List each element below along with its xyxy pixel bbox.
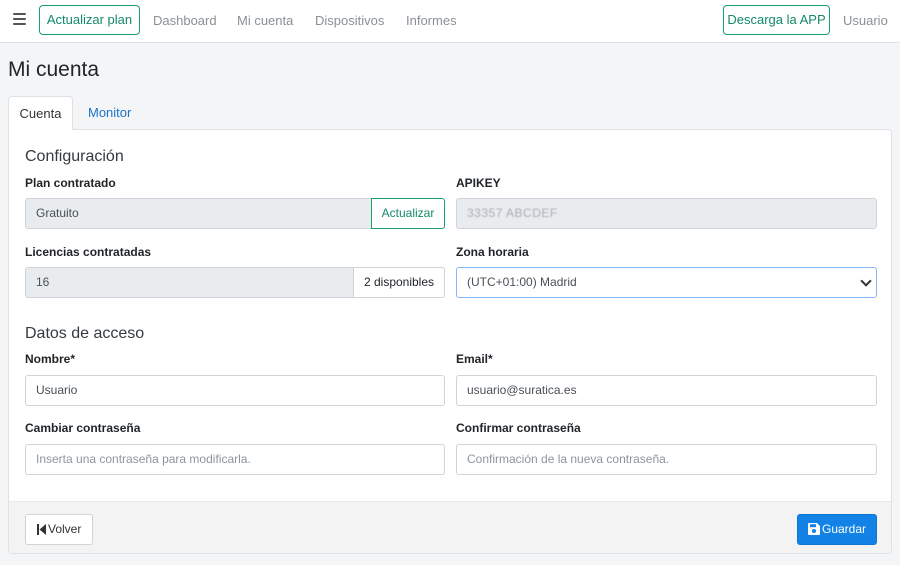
zona-horaria-label: Zona horaria (456, 245, 529, 259)
licencias-field: 16 (25, 267, 354, 298)
back-button[interactable]: Volver (25, 514, 93, 545)
password-input[interactable]: Inserta una contraseña para modificarla. (25, 444, 445, 475)
page-title: Mi cuenta (8, 58, 100, 81)
nav-link-dispositivos[interactable]: Dispositivos (315, 13, 384, 28)
licencias-label: Licencias contratadas (25, 245, 152, 259)
confirm-password-label: Confirmar contraseña (456, 421, 581, 435)
menu-icon[interactable] (13, 13, 26, 27)
nav-link-informes[interactable]: Informes (406, 13, 457, 28)
update-plan-button[interactable]: Actualizar (371, 198, 445, 229)
confirm-password-input[interactable]: Confirmación de la nueva contraseña. (456, 444, 877, 475)
download-app-button[interactable]: Descarga la APP (723, 5, 830, 35)
nav-link-dashboard[interactable]: Dashboard (153, 13, 217, 28)
upgrade-plan-button[interactable]: Actualizar plan (39, 5, 140, 35)
plan-label: Plan contratado (25, 176, 116, 190)
apikey-label: APIKEY (456, 176, 501, 190)
nombre-input[interactable]: Usuario (25, 375, 445, 406)
save-button-label: Guardar (822, 522, 867, 536)
email-input[interactable]: usuario@suratica.es (456, 375, 877, 406)
save-button[interactable]: Guardar (797, 514, 877, 545)
password-label: Cambiar contraseña (25, 421, 141, 435)
floppy-disk-icon (808, 523, 820, 535)
chevron-down-icon (860, 275, 872, 287)
plan-field: Gratuito (25, 198, 372, 229)
nombre-label: Nombre* (25, 352, 76, 366)
user-menu-link[interactable]: Usuario (843, 13, 888, 28)
tab-cuenta[interactable]: Cuenta (8, 96, 73, 130)
back-button-label: Volver (48, 522, 82, 536)
top-navbar: Actualizar plan Dashboard Mi cuenta Disp… (0, 0, 900, 43)
section-title-acceso: Datos de acceso (25, 325, 145, 342)
account-card: Configuración Plan contratado Gratuito A… (8, 129, 892, 554)
nav-link-mi-cuenta[interactable]: Mi cuenta (237, 13, 293, 28)
email-label: Email* (456, 352, 493, 366)
tab-monitor[interactable]: Monitor (88, 96, 131, 129)
section-title-configuracion: Configuración (25, 148, 124, 165)
card-footer (9, 501, 891, 553)
apikey-value: 33357 ABCDEF (467, 206, 558, 220)
timezone-select[interactable]: (UTC+01:00) Madrid (456, 267, 877, 298)
licencias-available-addon: 2 disponibles (353, 267, 445, 298)
apikey-field: 33357 ABCDEF (456, 198, 877, 229)
timezone-selected-value: (UTC+01:00) Madrid (467, 275, 577, 289)
back-step-icon (37, 524, 46, 535)
